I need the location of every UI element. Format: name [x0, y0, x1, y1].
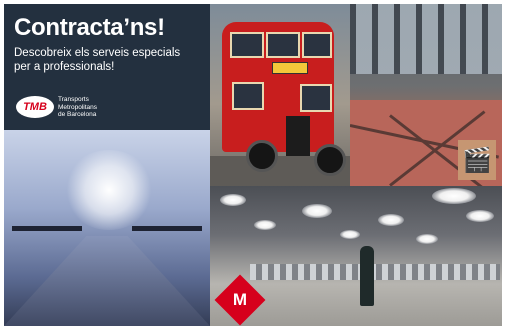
ceiling-light — [466, 210, 494, 222]
promo-panel: Contracta’ns! Descobreix els serveis esp… — [4, 4, 210, 130]
moving-walkway-photo — [4, 130, 210, 326]
bus-wheel — [314, 144, 346, 176]
promo-subtitle: Descobreix els serveis especials per a p… — [14, 47, 181, 73]
commuter — [360, 246, 374, 306]
ceiling-light — [254, 220, 276, 230]
tunnel-light — [64, 150, 154, 230]
ceiling-light — [416, 234, 438, 244]
tmb-logo: TMB — [16, 96, 54, 118]
bus-window — [230, 32, 264, 58]
contracta-banner[interactable]: Contracta’ns! Descobreix els serveis esp… — [4, 4, 502, 326]
walkway-floor — [4, 236, 210, 326]
metro-logo: M — [214, 274, 266, 326]
handrail-right — [132, 226, 202, 231]
bus-window — [302, 32, 332, 58]
bus-window — [232, 82, 264, 110]
bus-destination-sign — [272, 62, 308, 74]
clapperboard-icon[interactable]: 🎬 — [458, 140, 496, 180]
double-decker-bus-photo — [210, 4, 350, 186]
bus-window — [266, 32, 300, 58]
ceiling-light — [302, 204, 332, 218]
bus-grille — [286, 116, 310, 156]
metro-logo-letter: M — [232, 290, 248, 309]
bus-wheel — [246, 140, 278, 172]
ceiling-light — [220, 194, 246, 206]
ceiling-light — [378, 214, 404, 226]
tmb-company-name: Transports Metropolitans de Barcelona — [58, 96, 98, 118]
metro-station-photo: M — [210, 186, 502, 326]
handrail-left — [12, 226, 82, 231]
depot-roof — [350, 4, 502, 74]
promo-title: Contracta’ns! — [14, 14, 165, 41]
ticket-gates — [250, 264, 500, 280]
rail-depot-photo: 🎬 — [350, 4, 502, 186]
bus-window — [300, 84, 332, 112]
ceiling-light — [432, 188, 476, 204]
ceiling-light — [340, 230, 360, 239]
